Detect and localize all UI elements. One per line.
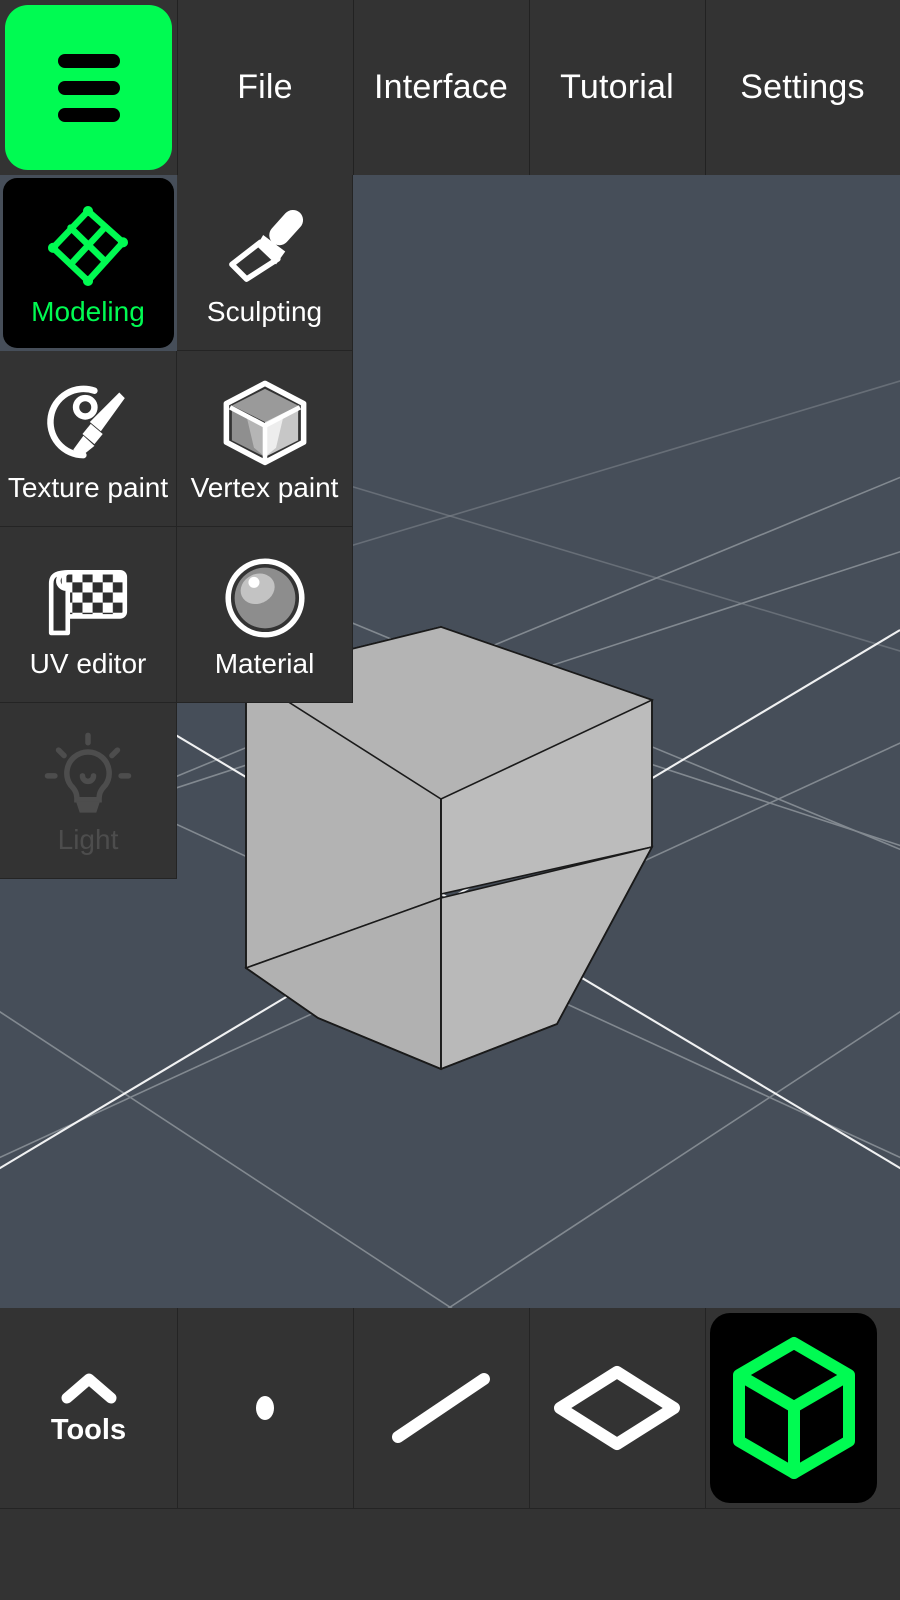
chevron-up-icon xyxy=(61,1373,116,1403)
mode-item-light: Light xyxy=(0,703,177,879)
mode-item-uv-editor[interactable]: UV editor xyxy=(0,527,177,703)
menu-button-cell xyxy=(0,0,177,175)
mesh-grid-icon xyxy=(47,205,129,286)
mode-item-sculpting-label: Sculpting xyxy=(206,295,323,327)
mode-item-vertex-paint-label: Vertex paint xyxy=(190,471,339,503)
app-root: File Interface Tutorial Settings Modelin… xyxy=(0,0,900,1600)
mode-item-light-label: Light xyxy=(57,823,119,855)
face-diamond-icon xyxy=(554,1366,680,1450)
lightbulb-icon xyxy=(44,732,132,813)
mode-item-modeling-label: Modeling xyxy=(31,295,145,327)
menu-item-tutorial[interactable]: Tutorial xyxy=(529,0,705,175)
tools-button-label: Tools xyxy=(50,1413,127,1446)
shaded-cube-icon xyxy=(223,380,306,465)
mode-item-material[interactable]: Material xyxy=(177,527,353,703)
menu-item-tutorial-label: Tutorial xyxy=(560,68,674,106)
vertex-dot-icon xyxy=(256,1396,274,1420)
mode-item-modeling[interactable]: Modeling xyxy=(3,178,174,348)
cube-outline-icon xyxy=(732,1337,855,1479)
mode-item-material-label: Material xyxy=(214,647,315,679)
mode-item-sculpting[interactable]: Sculpting xyxy=(177,175,353,351)
palette-brush-icon xyxy=(47,385,125,458)
chisel-icon xyxy=(228,209,303,282)
select-mode-vertex[interactable] xyxy=(177,1308,353,1508)
checker-unwrap-icon xyxy=(48,569,128,635)
menu-item-file[interactable]: File xyxy=(177,0,353,175)
mode-panel: Modeling Sculpting Texture paint Vertex … xyxy=(0,175,353,879)
hamburger-bar-3 xyxy=(57,107,120,122)
select-mode-object[interactable] xyxy=(705,1308,900,1508)
top-menu-bar: File Interface Tutorial Settings xyxy=(0,0,900,175)
hamburger-bar-2 xyxy=(57,80,120,95)
select-mode-face[interactable] xyxy=(529,1308,705,1508)
mode-item-texture-paint[interactable]: Texture paint xyxy=(0,351,177,527)
bottom-toolbar: Tools xyxy=(0,1308,900,1508)
material-sphere-icon xyxy=(224,557,305,638)
tools-button[interactable]: Tools xyxy=(0,1308,177,1508)
menu-item-interface[interactable]: Interface xyxy=(353,0,529,175)
hamburger-menu-icon[interactable] xyxy=(5,5,172,170)
mode-item-texture-paint-label: Texture paint xyxy=(7,471,169,503)
menu-item-settings-label: Settings xyxy=(740,68,865,106)
mode-item-vertex-paint[interactable]: Vertex paint xyxy=(177,351,353,527)
mode-item-uv-editor-label: UV editor xyxy=(29,647,147,679)
footer-strip xyxy=(0,1508,900,1600)
edge-line-icon xyxy=(392,1373,490,1443)
menu-item-interface-label: Interface xyxy=(373,68,509,106)
menu-item-settings[interactable]: Settings xyxy=(705,0,900,175)
select-mode-object-active-bg xyxy=(710,1313,877,1503)
hamburger-bar-1 xyxy=(57,53,120,68)
select-mode-edge[interactable] xyxy=(353,1308,529,1508)
menu-item-file-label: File xyxy=(237,68,293,106)
